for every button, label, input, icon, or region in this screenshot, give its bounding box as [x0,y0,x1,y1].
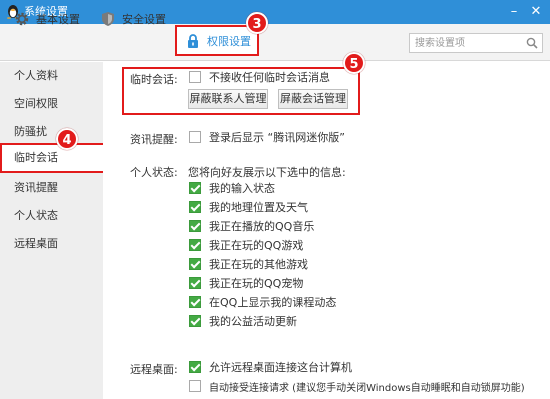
remote-allow-text: 允许远程桌面连接这台计算机 [209,361,352,374]
status-checkbox[interactable] [189,315,201,327]
close-button[interactable]: ✕ [526,2,546,22]
remote-allow-checkbox[interactable] [189,361,201,373]
search-input[interactable] [410,34,522,52]
news-alert-option[interactable]: 登录后显示 “腾讯网迷你版” [189,129,345,145]
status-option[interactable]: 在QQ上显示我的课程动态 [189,294,336,310]
sidebar-item-remote-desktop[interactable]: 远程桌面 [0,230,103,258]
blocked-contacts-button[interactable]: 屏蔽联系人管理 [188,89,268,109]
callout-marker-3: 3 [246,12,268,34]
status-option-text: 我正在播放的QQ音乐 [209,220,315,233]
temp-session-block-text: 不接收任何临时会话消息 [209,71,330,84]
status-checkbox[interactable] [189,277,201,289]
news-alert-checkbox[interactable] [189,131,201,143]
sidebar-item-news-alert[interactable]: 资讯提醒 [0,174,103,202]
lock-icon [188,33,198,48]
personal-status-label: 个人状态: [130,166,178,179]
tab-permission-settings[interactable]: 权限设置 [175,25,259,56]
news-alert-text: 登录后显示 “腾讯网迷你版” [209,131,345,144]
news-alert-label: 资讯提醒: [130,133,178,146]
status-option[interactable]: 我正在玩的其他游戏 [189,256,308,272]
tab-security-settings-label: 安全设置 [122,12,166,26]
sidebar: 个人资料 空间权限 防骚扰 临时会话 资讯提醒 个人状态 远程桌面 [0,62,103,399]
remote-auto-accept-option[interactable]: 自动接受连接请求 (建议您手动关闭Windows自动睡眠和自动锁屏功能) [189,378,525,394]
title-bar: 系统设置 – ✕ [0,0,550,24]
status-option[interactable]: 我的公益活动更新 [189,313,297,329]
temp-session-block-checkbox[interactable] [189,71,201,83]
remote-desktop-label: 远程桌面: [130,363,178,376]
status-option-text: 我正在玩的QQ宠物 [209,277,304,290]
status-checkbox[interactable] [189,239,201,251]
gear-icon [15,12,29,25]
remote-allow-option[interactable]: 允许远程桌面连接这台计算机 [189,359,352,375]
callout-marker-5: 5 [343,52,365,74]
tab-basic-settings[interactable]: 基本设置 [14,4,80,33]
remote-auto-accept-checkbox[interactable] [189,380,201,392]
status-checkbox[interactable] [189,201,201,213]
tab-permission-settings-label: 权限设置 [207,34,251,48]
status-checkbox[interactable] [189,296,201,308]
tab-security-settings[interactable]: 安全设置 [100,4,166,33]
sidebar-item-personal-status[interactable]: 个人状态 [0,202,103,230]
status-option[interactable]: 我正在播放的QQ音乐 [189,218,314,234]
status-option[interactable]: 我的地理位置及天气 [189,199,308,215]
status-option-text: 我的公益活动更新 [209,315,297,328]
blocked-sessions-button[interactable]: 屏蔽会话管理 [278,89,348,109]
sidebar-item-anti-harassment[interactable]: 防骚扰 [0,118,103,146]
callout-marker-4: 4 [56,128,78,150]
minimize-button[interactable]: – [504,2,524,22]
status-option-text: 我的输入状态 [209,182,275,195]
sidebar-item-space-permission[interactable]: 空间权限 [0,90,103,118]
status-checkbox[interactable] [189,220,201,232]
status-checkbox[interactable] [189,258,201,270]
status-option[interactable]: 我的输入状态 [189,180,275,196]
sidebar-item-temp-session[interactable]: 临时会话 [0,143,103,173]
status-checkbox[interactable] [189,182,201,194]
search-box[interactable] [409,33,543,53]
personal-status-intro: 您将向好友展示以下选中的信息: [188,166,346,179]
shield-icon [102,11,114,26]
status-option-text: 我正在玩的QQ游戏 [209,239,304,252]
status-option-text: 我正在玩的其他游戏 [209,258,308,271]
temp-session-block-option[interactable]: 不接收任何临时会话消息 [189,69,330,85]
search-icon[interactable] [526,37,538,49]
temp-session-label: 临时会话: [130,73,178,86]
sidebar-item-profile[interactable]: 个人资料 [0,62,103,90]
tab-basic-settings-label: 基本设置 [36,12,80,26]
remote-auto-accept-text: 自动接受连接请求 (建议您手动关闭Windows自动睡眠和自动锁屏功能) [209,382,525,394]
status-option-text: 我的地理位置及天气 [209,201,308,214]
status-option[interactable]: 我正在玩的QQ游戏 [189,237,303,253]
status-option-text: 在QQ上显示我的课程动态 [209,296,337,309]
status-option[interactable]: 我正在玩的QQ宠物 [189,275,303,291]
